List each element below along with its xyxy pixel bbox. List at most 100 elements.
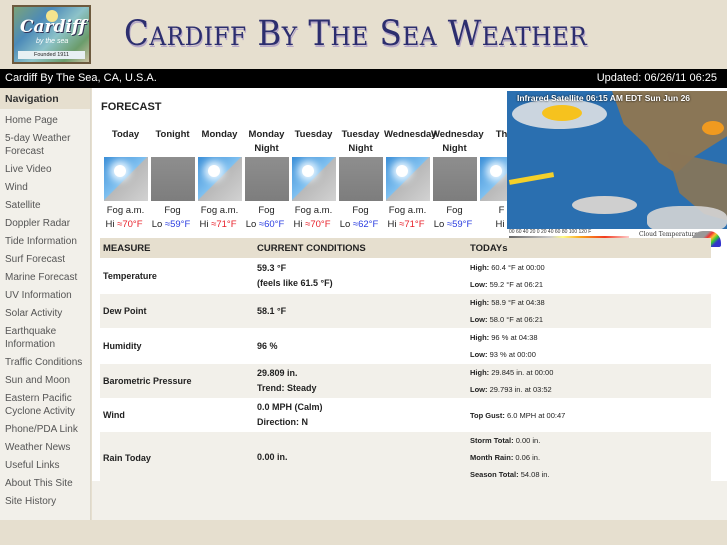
sidebar-link[interactable]: Tide Information bbox=[5, 236, 77, 247]
current-value: 96 % bbox=[257, 340, 278, 351]
fog-night-icon[interactable] bbox=[150, 157, 195, 201]
today-text: 93 % at 00:00 bbox=[489, 350, 536, 359]
satellite-image[interactable]: Infrared Satellite 06:15 AM EDT Sun Jun … bbox=[507, 91, 727, 249]
today-cell: Storm Total: 0.00 in. Month Rain: 0.06 in… bbox=[467, 432, 711, 483]
fog-night-icon[interactable] bbox=[432, 157, 477, 201]
fog-night-icon[interactable] bbox=[338, 157, 383, 201]
temp-label: Lo bbox=[339, 219, 351, 230]
current-value: 0.0 MPH (Calm) bbox=[257, 402, 323, 412]
today-label: High: bbox=[470, 263, 490, 272]
sidebar-link[interactable]: Live Video bbox=[5, 164, 52, 175]
sidebar-link[interactable]: Sun and Moon bbox=[5, 375, 70, 386]
today-text: 29.793 in. at 03:52 bbox=[489, 385, 552, 394]
sidebar-link[interactable]: Surf Forecast bbox=[5, 254, 65, 265]
forecast-temp: Lo ≈60°F bbox=[240, 219, 290, 230]
sidebar-item-traffic-conditions[interactable]: Traffic Conditions bbox=[0, 351, 90, 369]
today-label: Low: bbox=[470, 315, 488, 324]
sun-icon bbox=[395, 165, 408, 177]
forecast-day: Monday Night bbox=[248, 129, 285, 154]
forecast-day: Today bbox=[111, 129, 140, 140]
sidebar-link[interactable]: Home Page bbox=[5, 115, 58, 126]
forecast-day: Wednesday Night bbox=[431, 129, 484, 154]
fog-night-icon[interactable] bbox=[244, 157, 289, 201]
header-current: CURRENT CONDITIONS bbox=[254, 238, 467, 258]
sidebar-item-eastern-pacific-cyclone-activity[interactable]: Eastern Pacific Cyclone Activity bbox=[0, 387, 90, 418]
sidebar-link[interactable]: Weather News bbox=[5, 442, 70, 453]
sidebar-item-doppler-radar[interactable]: Doppler Radar bbox=[0, 212, 90, 230]
measure-cell: Barometric Pressure bbox=[100, 364, 254, 398]
fog-am-day-icon[interactable] bbox=[103, 157, 148, 201]
sidebar-link[interactable]: Solar Activity bbox=[5, 308, 62, 319]
logo-founded: Founded 1911 bbox=[18, 51, 85, 59]
sidebar-item-satellite[interactable]: Satellite bbox=[0, 194, 90, 212]
sidebar-item-sun-and-moon[interactable]: Sun and Moon bbox=[0, 369, 90, 387]
fog-am-day-icon[interactable] bbox=[291, 157, 336, 201]
conditions-header-row: MEASURE CURRENT CONDITIONS TODAYs bbox=[100, 238, 711, 258]
temp-value: ≈60°F bbox=[258, 219, 285, 230]
today-label: Low: bbox=[470, 385, 488, 394]
today-value: High: 96 % at 04:38 bbox=[470, 329, 708, 346]
today-value: Top Gust: 6.0 MPH at 00:47 bbox=[470, 407, 708, 424]
site-title: Cardiff By The Sea Weather bbox=[124, 14, 588, 54]
sidebar-item-site-history[interactable]: Site History bbox=[0, 490, 90, 508]
measure-cell: Wind bbox=[100, 398, 254, 432]
sidebar-item-earthquake-information[interactable]: Earthquake Information bbox=[0, 320, 90, 351]
sidebar-link[interactable]: Useful Links bbox=[5, 460, 59, 471]
sat-cloud bbox=[508, 172, 555, 185]
forecast-day: Wednesday bbox=[384, 129, 437, 140]
page-footer bbox=[0, 520, 727, 545]
sidebar-item-live-video[interactable]: Live Video bbox=[0, 158, 90, 176]
sidebar-link[interactable]: UV Information bbox=[5, 290, 72, 301]
today-value: Low: 93 % at 00:00 bbox=[470, 346, 708, 363]
temp-label: Hi bbox=[387, 219, 397, 230]
fog-am-day-icon[interactable] bbox=[197, 157, 242, 201]
sidebar-link[interactable]: Satellite bbox=[5, 200, 41, 211]
today-text: 54.08 in. bbox=[520, 470, 550, 479]
fog-am-day-icon[interactable] bbox=[385, 157, 430, 201]
current-value: (feels like 61.5 °F) bbox=[257, 278, 333, 288]
today-label: High: bbox=[470, 333, 490, 342]
sidebar-item-solar-activity[interactable]: Solar Activity bbox=[0, 302, 90, 320]
sidebar-item-tide-information[interactable]: Tide Information bbox=[0, 230, 90, 248]
sidebar-item-surf-forecast[interactable]: Surf Forecast bbox=[0, 248, 90, 266]
sun-icon bbox=[207, 165, 220, 177]
sidebar-item-5-day-weather-forecast[interactable]: 5-day Weather Forecast bbox=[0, 127, 90, 158]
sidebar-item-marine-forecast[interactable]: Marine Forecast bbox=[0, 266, 90, 284]
sidebar-link[interactable]: Doppler Radar bbox=[5, 218, 70, 229]
sidebar-item-about-this-site[interactable]: About This Site bbox=[0, 472, 90, 490]
temp-value: ≈70°F bbox=[117, 219, 143, 230]
today-label: Storm Total: bbox=[470, 436, 514, 445]
today-text: 60.4 °F at 00:00 bbox=[491, 263, 545, 272]
site-logo[interactable]: Cardiff by the sea Founded 1911 bbox=[12, 5, 91, 64]
forecast-temp: Hi ≈71°F bbox=[381, 219, 431, 230]
sat-cloud bbox=[542, 105, 582, 121]
today-value: Month Rain: 0.06 in. bbox=[470, 449, 708, 466]
conditions-row: Barometric Pressure 29.809 in. Trend: Stea… bbox=[100, 364, 711, 398]
forecast-temp: Lo ≈59°F bbox=[428, 219, 478, 230]
sidebar-link[interactable]: Eastern Pacific Cyclone Activity bbox=[5, 393, 75, 417]
sidebar-item-useful-links[interactable]: Useful Links bbox=[0, 454, 90, 472]
sidebar-link[interactable]: Wind bbox=[5, 182, 28, 193]
today-text: 29.845 in. at 00:00 bbox=[491, 368, 554, 377]
sidebar-item-wind[interactable]: Wind bbox=[0, 176, 90, 194]
today-text: 0.06 in. bbox=[515, 453, 541, 462]
forecast-period: Wednesday Night Fog Lo ≈59°F bbox=[428, 128, 484, 230]
sidebar-item-phone-pda-link[interactable]: Phone/PDA Link bbox=[0, 418, 90, 436]
sidebar-link[interactable]: Phone/PDA Link bbox=[5, 424, 78, 435]
sidebar-item-home-page[interactable]: Home Page bbox=[0, 109, 90, 127]
sidebar-link[interactable]: Site History bbox=[5, 496, 56, 507]
logo-word: Cardiff bbox=[20, 17, 86, 37]
sidebar-link[interactable]: Marine Forecast bbox=[5, 272, 77, 283]
sidebar-link[interactable]: Traffic Conditions bbox=[5, 357, 82, 368]
forecast-row: Today Fog a.m. Hi ≈70°F Tonight Fog Lo ≈59°F M… bbox=[102, 128, 525, 230]
sidebar-link[interactable]: About This Site bbox=[5, 478, 73, 489]
sidebar-item-uv-information[interactable]: UV Information bbox=[0, 284, 90, 302]
sidebar-link[interactable]: Earthquake Information bbox=[5, 326, 56, 350]
forecast-title: FORECAST bbox=[101, 101, 162, 113]
current-value: 59.3 °F bbox=[257, 263, 287, 273]
sidebar-item-weather-news[interactable]: Weather News bbox=[0, 436, 90, 454]
today-label: Season Total: bbox=[470, 470, 519, 479]
temp-label: Lo bbox=[433, 219, 445, 230]
satellite-caption: Infrared Satellite 06:15 AM EDT Sun Jun … bbox=[517, 93, 691, 103]
sidebar-link[interactable]: 5-day Weather Forecast bbox=[5, 133, 70, 157]
